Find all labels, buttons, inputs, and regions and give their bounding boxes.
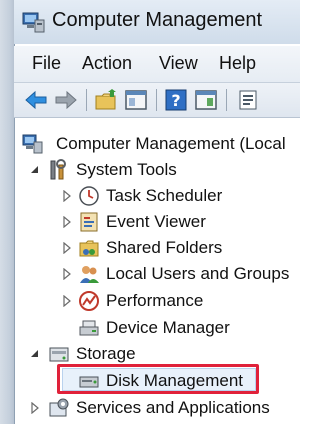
tree-label: System Tools: [76, 160, 177, 179]
collapsed-arrow-icon[interactable]: [62, 295, 72, 307]
tree-label: Task Scheduler: [106, 186, 223, 205]
computer-management-icon: [22, 134, 43, 154]
shared-folder-icon: [79, 240, 99, 257]
menu-action[interactable]: Action: [82, 53, 132, 74]
toolbar-separator: [156, 89, 157, 111]
window-title: Computer Management: [52, 9, 263, 31]
toolbar-separator: [86, 89, 87, 111]
menu-help[interactable]: Help: [219, 53, 256, 74]
expanded-arrow-icon[interactable]: [30, 348, 40, 360]
back-arrow-icon[interactable]: [24, 88, 48, 112]
collapsed-arrow-icon[interactable]: [62, 216, 72, 228]
computer-management-icon: [22, 12, 45, 33]
help-icon[interactable]: ?: [164, 88, 188, 112]
system-tools-icon: [50, 159, 66, 180]
collapsed-arrow-icon[interactable]: [62, 190, 72, 202]
tree-label: Performance: [106, 291, 204, 310]
users-icon: [80, 266, 99, 283]
performance-icon: [79, 291, 99, 311]
collapsed-arrow-icon[interactable]: [62, 268, 72, 280]
storage-icon: [49, 347, 69, 362]
tree-label: Services and Applications: [76, 398, 270, 417]
show-action-pane-icon[interactable]: [194, 88, 218, 112]
forward-arrow-icon[interactable]: [54, 88, 78, 112]
svg-text:?: ?: [171, 91, 180, 110]
services-icon: [49, 398, 69, 417]
title-bar[interactable]: Computer Management: [14, 0, 300, 44]
tree-label: Shared Folders: [106, 238, 223, 257]
toolbar: ?: [14, 83, 300, 118]
tree-label: Event Viewer: [106, 212, 206, 231]
tree-label: Device Manager: [106, 318, 230, 337]
menu-view[interactable]: View: [159, 53, 198, 74]
clock-icon: [79, 186, 99, 206]
tree-label: Computer Management (Local: [56, 134, 286, 153]
toolbar-separator: [226, 89, 227, 111]
tree-label: Storage: [76, 344, 136, 363]
menu-bar: File Action View Help: [14, 46, 300, 83]
up-folder-icon[interactable]: [94, 88, 118, 112]
event-viewer-icon: [80, 212, 98, 232]
show-hide-console-tree-icon[interactable]: [124, 88, 148, 112]
menu-file[interactable]: File: [32, 53, 61, 74]
window-frame-left: [0, 0, 15, 424]
expanded-arrow-icon[interactable]: [30, 164, 40, 176]
disk-management-icon: [79, 376, 99, 388]
collapsed-arrow-icon[interactable]: [62, 242, 72, 254]
tree-label: Disk Management: [106, 371, 244, 390]
device-manager-icon: [79, 320, 99, 336]
properties-icon[interactable]: [236, 88, 260, 112]
tree-label: Local Users and Groups: [106, 264, 290, 283]
collapsed-arrow-icon[interactable]: [30, 402, 40, 414]
